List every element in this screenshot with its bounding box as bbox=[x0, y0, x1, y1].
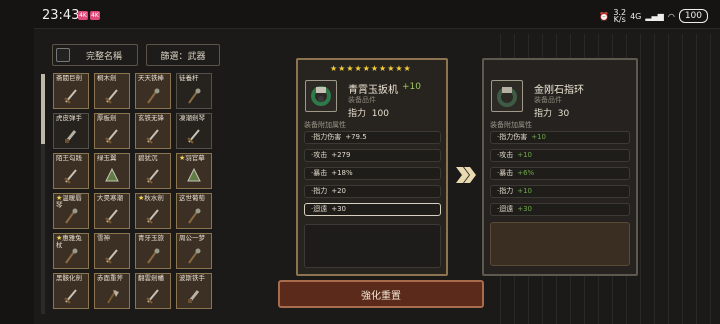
attr-row[interactable]: ·暴击 +6% bbox=[490, 167, 630, 180]
item-slot[interactable]: 波斯铁手 bbox=[176, 273, 212, 309]
item-slot-name: 绿玉翼 bbox=[97, 154, 117, 162]
item-slot-name: 厚板劍 bbox=[97, 114, 117, 122]
battery-indicator: 100 bbox=[678, 9, 708, 23]
item-slot[interactable]: 这世葡萄 bbox=[176, 193, 212, 229]
empty-slot bbox=[490, 222, 630, 266]
network-type: 4G bbox=[630, 11, 642, 21]
item-slot[interactable]: ★温暖唇琴 bbox=[53, 193, 89, 229]
compare-attr-header: 装备附加属性 bbox=[490, 121, 532, 129]
item-slot-name: 雪神 bbox=[97, 234, 110, 242]
item-slot[interactable]: 厚板劍 bbox=[94, 113, 130, 149]
ring-icon bbox=[491, 80, 523, 112]
item-slot[interactable]: 玄铁无锋 bbox=[135, 113, 171, 149]
item-slot-name: 翻雲劍幡 bbox=[138, 274, 164, 282]
item-slot[interactable]: 黑骸化劍 bbox=[53, 273, 89, 309]
item-slot-name: 玄铁无锋 bbox=[138, 114, 164, 122]
attr-row[interactable]: ·指力 +10 bbox=[490, 185, 630, 198]
item-name: 青霄玉扳机 bbox=[348, 85, 398, 96]
item-slot[interactable]: 碧犹沉 bbox=[135, 153, 171, 189]
item-slot[interactable]: ★羽官摹 bbox=[176, 153, 212, 189]
item-slot[interactable]: 陌王勾践 bbox=[53, 153, 89, 189]
item-slot-name: 虎皮弹手 bbox=[56, 114, 82, 122]
compare-item-name: 金刚石指环 bbox=[534, 85, 584, 96]
item-slot-name: 陌王勾践 bbox=[56, 154, 82, 162]
ring-icon-graphic bbox=[497, 87, 517, 107]
attr-row[interactable]: ·迴遠 +30 bbox=[490, 203, 630, 216]
item-slot-name: 这世葡萄 bbox=[179, 194, 205, 202]
filter-button[interactable]: 篩選：武器 bbox=[146, 44, 220, 66]
compare-item-power: 指力 30 bbox=[534, 109, 570, 119]
item-slot[interactable]: 天天铁棒 bbox=[135, 73, 171, 109]
ring-icon bbox=[305, 80, 337, 112]
ring-icon-graphic bbox=[311, 86, 331, 106]
item-slot-name: 天天铁棒 bbox=[138, 74, 164, 82]
item-slot[interactable]: 虎皮弹手 bbox=[53, 113, 89, 149]
item-slot-name: 大昊寒潮 bbox=[97, 194, 123, 202]
attr-row[interactable]: ·攻击 +10 bbox=[490, 149, 630, 162]
item-slot[interactable]: 青牙玉旅 bbox=[135, 233, 171, 269]
complete-name-label: 完整名稱 bbox=[85, 51, 122, 62]
wifi-icon: ◠ bbox=[667, 11, 675, 21]
item-slot[interactable]: 雪神 bbox=[94, 233, 130, 269]
enhance-reset-button[interactable]: 強化重置 bbox=[278, 280, 484, 308]
notification-badge: 4K bbox=[90, 11, 100, 20]
item-slot[interactable]: 周公一梦 bbox=[176, 233, 212, 269]
item-slot-name: 黑骸化劍 bbox=[56, 274, 82, 282]
item-slot-name: 周公一梦 bbox=[179, 234, 205, 242]
attr-row[interactable]: ·指力 +20 bbox=[304, 185, 441, 198]
item-stars: ★★★★★★★★★★ bbox=[330, 64, 412, 73]
alarm-icon: ⏰ bbox=[599, 11, 610, 21]
game-screen: 23:43 4K 4K ⏰ 3.2 K/s 4G ▂▄▆ ◠ 100 完整名稱 … bbox=[0, 0, 720, 324]
status-time: 23:43 bbox=[42, 8, 80, 23]
status-right: ⏰ 3.2 K/s 4G ▂▄▆ ◠ 100 bbox=[599, 8, 708, 24]
empty-slot bbox=[304, 224, 441, 268]
item-slot-name: 徒養杆 bbox=[179, 74, 199, 82]
item-slot-name: 碧犹沉 bbox=[138, 154, 158, 162]
item-slot-name: ★羽官摹 bbox=[179, 154, 205, 162]
net-speed: 3.2 K/s bbox=[613, 8, 627, 24]
notification-badge: 4K bbox=[78, 11, 88, 20]
item-slot-name: 斋閥巨劍 bbox=[56, 74, 82, 82]
signal-icon: ▂▄▆ bbox=[645, 11, 664, 21]
attr-row[interactable]: ·攻击 +279 bbox=[304, 149, 441, 162]
list-scrollbar[interactable] bbox=[41, 74, 45, 314]
attr-row[interactable]: ·指力伤害 +79.5 bbox=[304, 131, 441, 144]
item-slot[interactable]: 赤面重斧 bbox=[94, 273, 130, 309]
attr-row[interactable]: ·暴击 +18% bbox=[304, 167, 441, 180]
item-slot[interactable]: ★秋水劍 bbox=[135, 193, 171, 229]
item-slot[interactable]: 徒養杆 bbox=[176, 73, 212, 109]
item-slot-name: ★秋水劍 bbox=[138, 194, 164, 202]
item-slot[interactable]: 翻雲劍幡 bbox=[135, 273, 171, 309]
attr-row[interactable]: ·指力伤害 +10 bbox=[490, 131, 630, 144]
item-grid: 斋閥巨劍 桐木劍 天天铁棒 徒養杆虎皮弹手 厚板劍 玄铁无锋 凍潮劍琴陌王勾践 绿玉翼 碧犹沉 ★… bbox=[53, 73, 212, 309]
item-power: 指力 100 bbox=[348, 109, 389, 119]
item-upgrade-level: +10 bbox=[402, 82, 421, 92]
item-slot[interactable]: 桐木劍 bbox=[94, 73, 130, 109]
item-slot-name: 波斯铁手 bbox=[179, 274, 205, 282]
status-bar: 23:43 4K 4K ⏰ 3.2 K/s 4G ▂▄▆ ◠ 100 bbox=[0, 0, 720, 32]
item-type: 装备品件 bbox=[348, 96, 376, 104]
item-slot-name: 桐木劍 bbox=[97, 74, 117, 82]
scroll-thumb[interactable] bbox=[41, 74, 45, 144]
item-slot[interactable]: 凍潮劍琴 bbox=[176, 113, 212, 149]
item-slot[interactable]: 斋閥巨劍 bbox=[53, 73, 89, 109]
item-slot-name: 凍潮劍琴 bbox=[179, 114, 205, 122]
attr-header: 装备附加属性 bbox=[304, 121, 346, 129]
item-slot-name: 赤面重斧 bbox=[97, 274, 123, 282]
item-slot-name: 青牙玉旅 bbox=[138, 234, 164, 242]
compare-arrow-icon bbox=[456, 167, 476, 183]
complete-name-checkbox[interactable] bbox=[56, 48, 70, 62]
attr-row[interactable]: ·迴遠 +30 bbox=[304, 203, 441, 216]
compare-item-type: 装备品件 bbox=[534, 96, 562, 104]
item-slot[interactable]: 大昊寒潮 bbox=[94, 193, 130, 229]
item-slot[interactable]: ★惠雅兔杖 bbox=[53, 233, 89, 269]
item-slot[interactable]: 绿玉翼 bbox=[94, 153, 130, 189]
